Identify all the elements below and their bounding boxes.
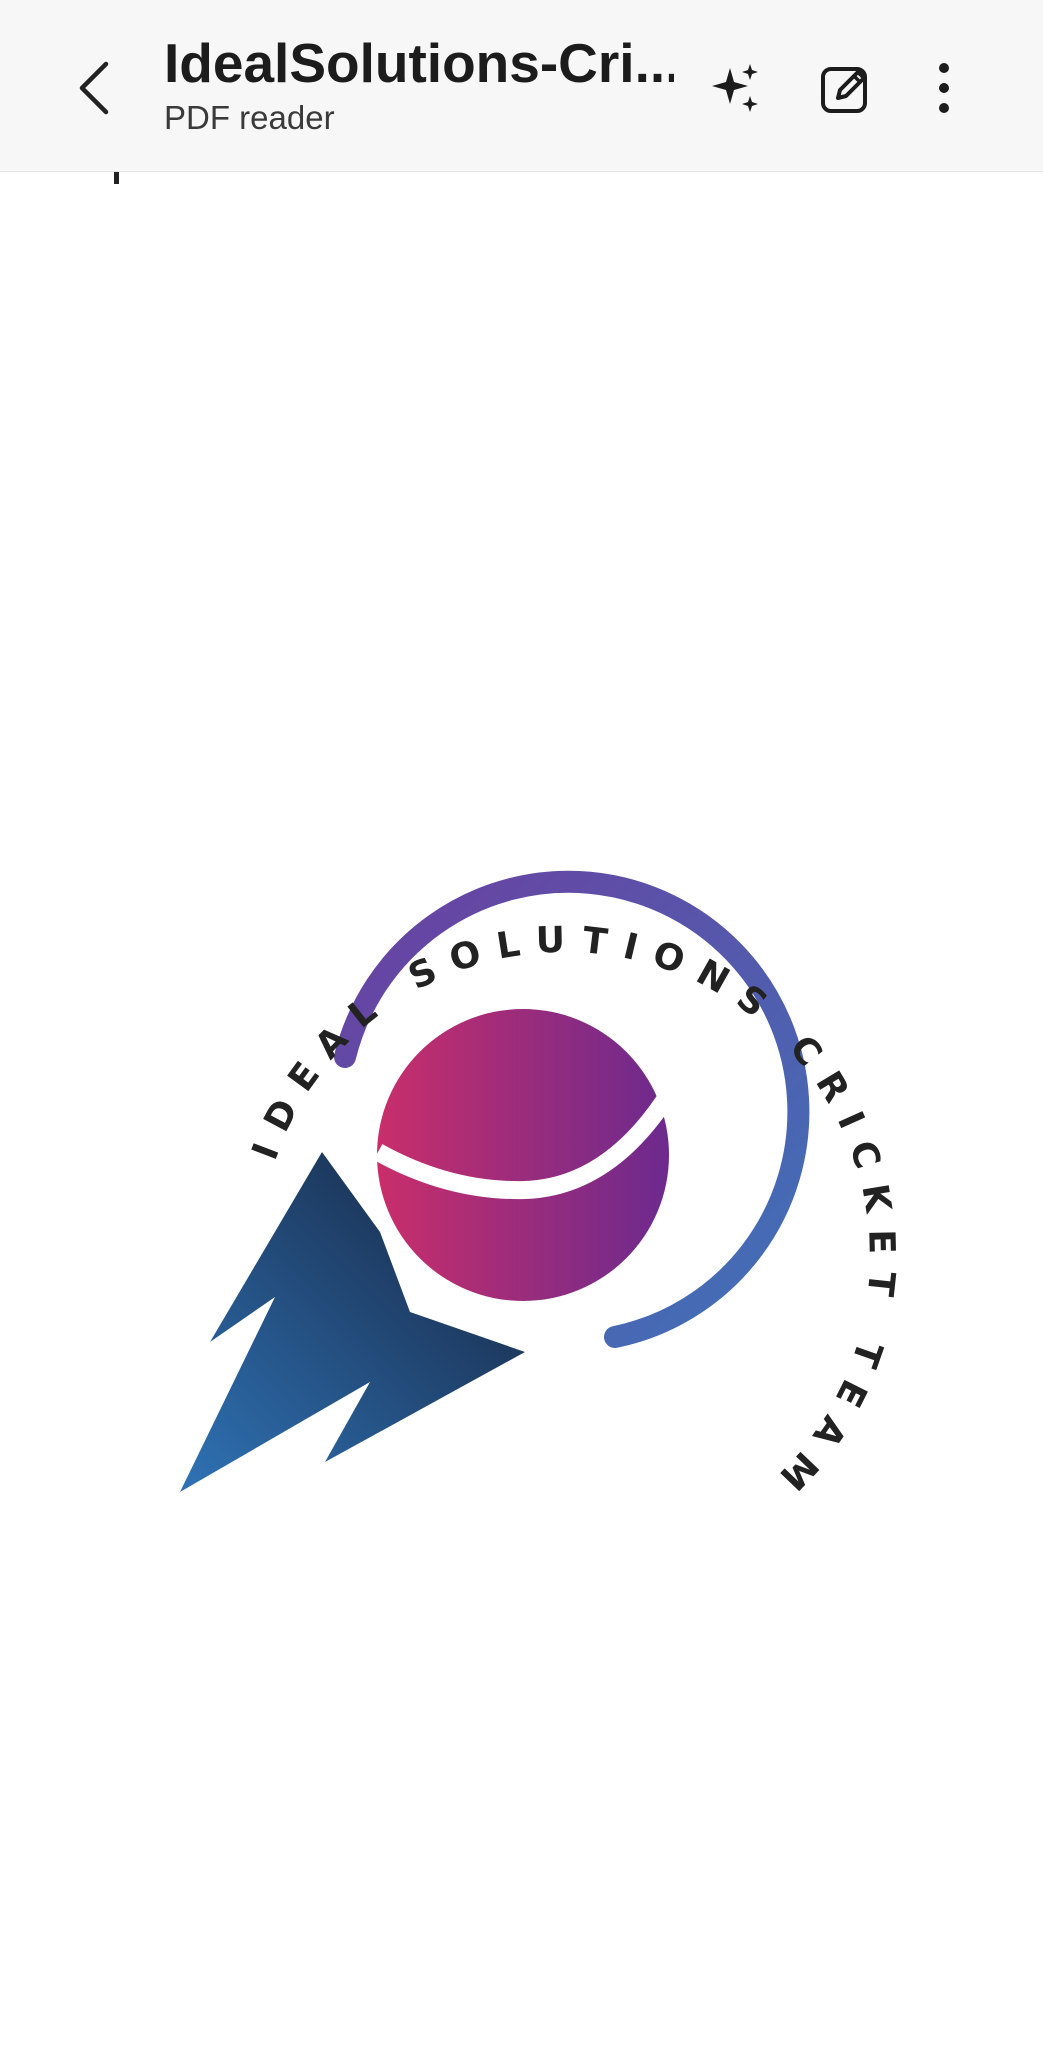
pdf-reader-screen: IdealSolutions-Cri... PDF reader IDEAL S… xyxy=(0,0,1043,2048)
pdf-page-view[interactable]: IDEAL SOLUTIONS CRICKET TEAM xyxy=(0,172,1043,2048)
edit-button[interactable] xyxy=(810,52,882,124)
team-logo: IDEAL SOLUTIONS CRICKET TEAM xyxy=(150,672,910,1532)
sparkle-ai-icon xyxy=(712,64,758,112)
document-subtitle: PDF reader xyxy=(164,99,335,136)
cricket-team-logo-image: IDEAL SOLUTIONS CRICKET TEAM xyxy=(180,870,886,1509)
previous-page-text-fragment xyxy=(114,172,119,184)
more-vertical-icon xyxy=(939,63,949,113)
ai-assistant-button[interactable] xyxy=(700,52,772,124)
document-title: IdealSolutions-Cri... xyxy=(164,32,674,94)
app-header: IdealSolutions-Cri... PDF reader xyxy=(0,0,1043,172)
more-options-button[interactable] xyxy=(908,52,980,124)
title-block: IdealSolutions-Cri... PDF reader xyxy=(164,30,674,140)
back-button[interactable] xyxy=(62,50,126,126)
back-arrow-icon xyxy=(79,61,109,115)
edit-pen-icon xyxy=(821,67,867,113)
